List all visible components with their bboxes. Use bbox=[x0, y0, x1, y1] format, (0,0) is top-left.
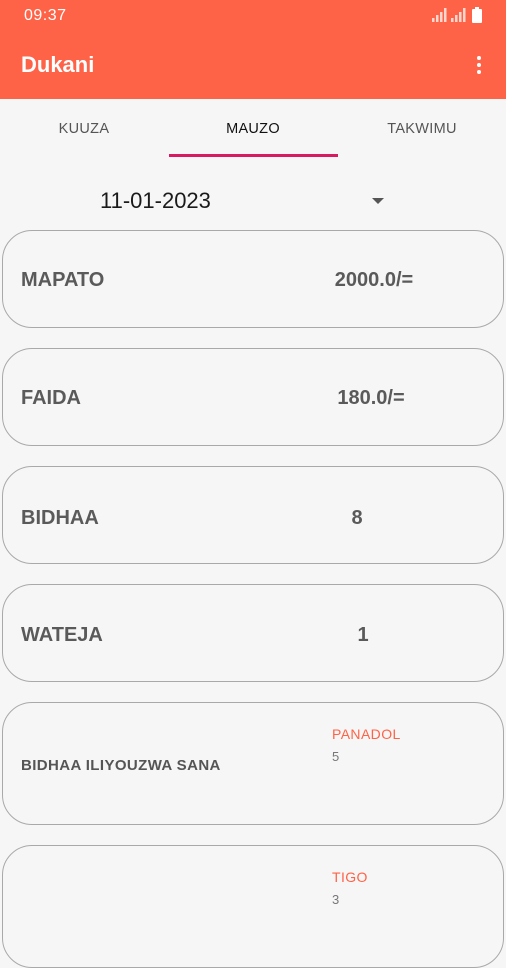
tab-bar: KUUZA MAUZO TAKWIMU bbox=[0, 99, 506, 161]
stat-card-faida: FAIDA 180.0/= bbox=[2, 348, 504, 446]
stat-value: 2000.0/= bbox=[334, 269, 414, 291]
more-vert-icon[interactable] bbox=[467, 52, 491, 78]
top-item-quantity: 5 bbox=[332, 749, 340, 764]
top-item-product: TIGO bbox=[332, 869, 368, 885]
tab-takwimu[interactable]: TAKWIMU bbox=[338, 99, 506, 159]
stat-value: 1 bbox=[357, 624, 369, 646]
signal-icon bbox=[451, 8, 466, 22]
active-tab-indicator bbox=[169, 154, 338, 157]
top-item-label: BIDHAA ILIYOUZWA SANA bbox=[21, 757, 221, 774]
stat-card-bidhaa: BIDHAA 8 bbox=[2, 466, 504, 564]
date-selector[interactable]: 11-01-2023 bbox=[0, 182, 506, 222]
stat-label: MAPATO bbox=[21, 269, 105, 291]
top-item-card: BIDHAA ILIYOUZWA SANA PANADOL 5 bbox=[2, 702, 504, 825]
date-value: 11-01-2023 bbox=[100, 188, 211, 213]
battery-icon bbox=[472, 7, 482, 23]
tab-kuuza[interactable]: KUUZA bbox=[0, 99, 168, 159]
status-bar: 09:37 bbox=[0, 0, 506, 32]
stat-label: WATEJA bbox=[21, 624, 103, 646]
stat-value: 8 bbox=[351, 507, 363, 529]
app-title: Dukani bbox=[21, 52, 95, 77]
stat-card-wateja: WATEJA 1 bbox=[2, 584, 504, 682]
top-item-product: PANADOL bbox=[332, 726, 401, 742]
top-item-card: TIGO 3 bbox=[2, 845, 504, 968]
stat-label: FAIDA bbox=[21, 387, 81, 409]
signal-icon bbox=[432, 8, 447, 22]
stat-label: BIDHAA bbox=[21, 507, 99, 529]
status-time: 09:37 bbox=[24, 7, 67, 24]
dropdown-arrow-icon[interactable] bbox=[372, 198, 384, 204]
tab-mauzo[interactable]: MAUZO bbox=[169, 99, 337, 159]
app-bar: 09:37 Dukani bbox=[0, 0, 506, 99]
stat-value: 180.0/= bbox=[337, 387, 405, 409]
stat-card-mapato: MAPATO 2000.0/= bbox=[2, 230, 504, 328]
